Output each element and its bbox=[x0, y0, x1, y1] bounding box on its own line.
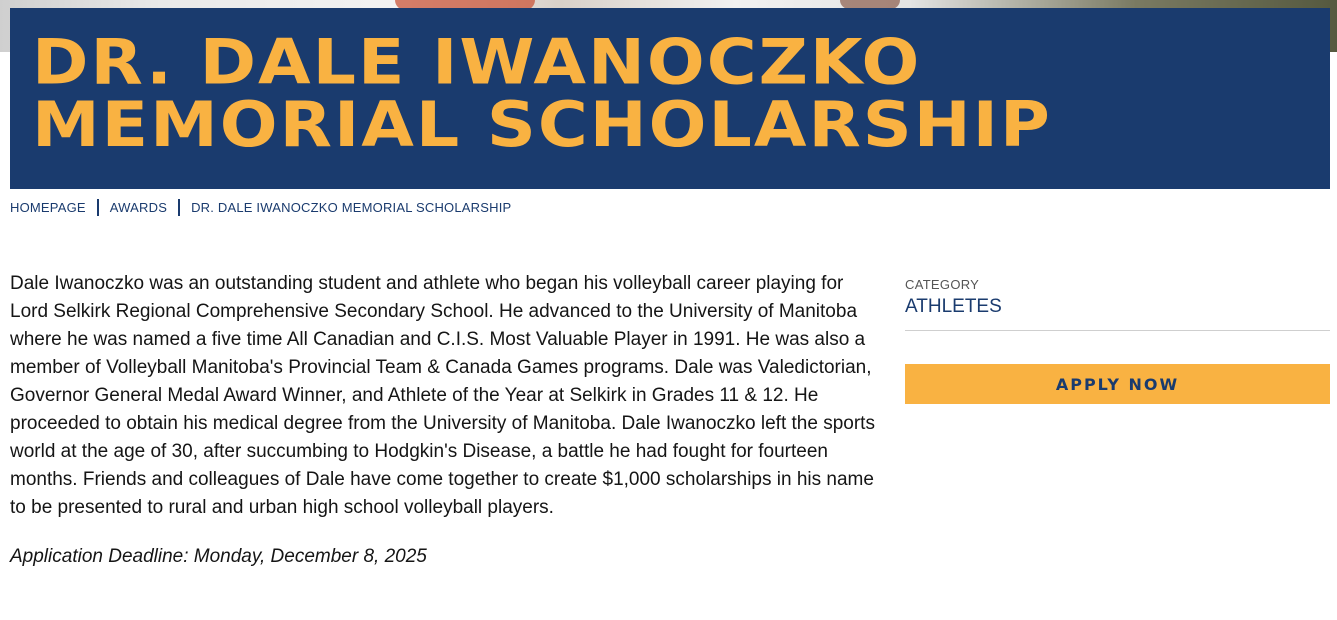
category-label: CATEGORY bbox=[905, 277, 980, 292]
breadcrumb-separator bbox=[178, 198, 181, 216]
description-paragraph: Dale Iwanoczko was an outstanding studen… bbox=[10, 273, 875, 518]
category-value: ATHLETES bbox=[905, 296, 1330, 331]
breadcrumb-separator bbox=[96, 198, 99, 216]
breadcrumb-home-link[interactable]: HOMEPAGE bbox=[10, 200, 86, 215]
scholarship-description: Dale Iwanoczko was an outstanding studen… bbox=[10, 270, 882, 571]
sidebar: CATEGORY ATHLETES APPLY NOW bbox=[905, 277, 1330, 404]
page-banner: Dr. Dale Iwanoczko Memorial Scholarship bbox=[10, 8, 1330, 189]
apply-now-button[interactable]: APPLY NOW bbox=[905, 364, 1330, 404]
breadcrumb-awards-link[interactable]: AWARDS bbox=[110, 200, 167, 215]
breadcrumb: HOMEPAGE AWARDS DR. DALE IWANOCZKO MEMOR… bbox=[10, 197, 511, 217]
application-deadline: Application Deadline: Monday, December 8… bbox=[10, 546, 427, 567]
page-title: Dr. Dale Iwanoczko Memorial Scholarship bbox=[32, 26, 1052, 162]
breadcrumb-current-page[interactable]: DR. DALE IWANOCZKO MEMORIAL SCHOLARSHIP bbox=[191, 200, 511, 215]
